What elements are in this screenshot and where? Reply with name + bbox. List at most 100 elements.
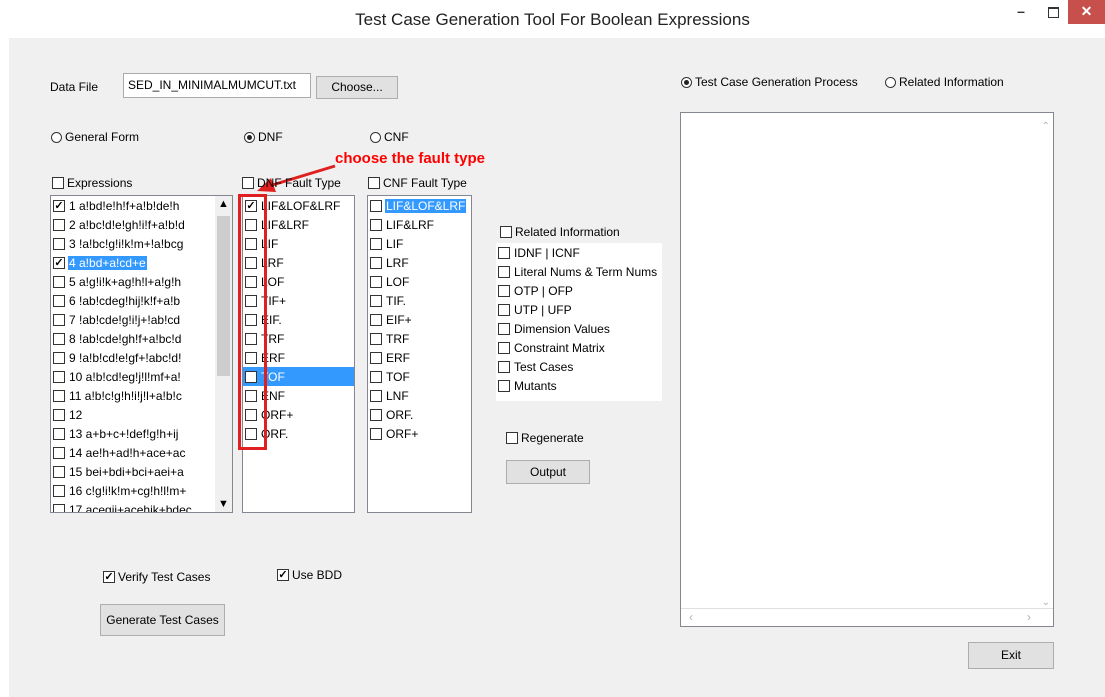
checkbox[interactable] bbox=[498, 265, 510, 278]
verify-test-cases-checkbox[interactable]: ✓ Verify Test Cases bbox=[103, 570, 210, 584]
checkbox[interactable] bbox=[53, 408, 65, 421]
expression-item[interactable]: 12 bbox=[51, 405, 215, 424]
checkbox[interactable] bbox=[370, 427, 382, 440]
output-text-area[interactable]: ⌃ ⌄ ‹ › bbox=[680, 112, 1054, 627]
expression-item[interactable]: 2 a!bc!d!e!gh!i!f+a!b!d bbox=[51, 215, 215, 234]
cnf-fault-item[interactable]: LIF&LRF bbox=[368, 215, 471, 234]
checkbox[interactable] bbox=[498, 360, 510, 373]
use-bdd-checkbox[interactable]: ✓ Use BDD bbox=[277, 568, 342, 582]
expression-item[interactable]: 7 !ab!cde!g!i!j+!ab!cd bbox=[51, 310, 215, 329]
cnf-fault-item[interactable]: LRF bbox=[368, 253, 471, 272]
regenerate-checkbox[interactable]: Regenerate bbox=[506, 431, 584, 445]
cnf-fault-item[interactable]: LNF bbox=[368, 386, 471, 405]
cnf-fault-item[interactable]: ORF+ bbox=[368, 424, 471, 443]
expression-item[interactable]: ✓ 4 a!bd+a!cd+e bbox=[51, 253, 215, 272]
checkbox[interactable] bbox=[498, 284, 510, 297]
dnf-fault-select-all[interactable]: DNF Fault Type bbox=[242, 176, 341, 190]
checkbox[interactable]: ✓ bbox=[53, 199, 65, 212]
related-info-item[interactable]: Mutants bbox=[496, 376, 662, 395]
expressions-list[interactable]: ▲ ▼ ✓ 1 a!bd!e!h!f+a!b!de!h 2 a!bc!d!e!gh!… bbox=[50, 195, 233, 513]
expression-item[interactable]: 15 bei+bdi+bci+aei+a bbox=[51, 462, 215, 481]
checkbox[interactable] bbox=[370, 389, 382, 402]
cnf-fault-item[interactable]: TRF bbox=[368, 329, 471, 348]
radio-cnf[interactable]: CNF bbox=[370, 130, 409, 144]
scroll-down-icon[interactable]: ▼ bbox=[218, 498, 229, 510]
checkbox[interactable] bbox=[370, 313, 382, 326]
checkbox[interactable] bbox=[53, 275, 65, 288]
related-info-item[interactable]: Test Cases bbox=[496, 357, 662, 376]
cnf-fault-item[interactable]: LIF bbox=[368, 234, 471, 253]
checkbox[interactable] bbox=[498, 379, 510, 392]
expression-item[interactable]: 17 acegij+acehik+bdec bbox=[51, 500, 215, 512]
related-info-item[interactable]: Literal Nums & Term Nums bbox=[496, 262, 662, 281]
related-info-item[interactable]: UTP | UFP bbox=[496, 300, 662, 319]
checkbox[interactable] bbox=[370, 237, 382, 250]
expression-item[interactable]: 11 a!b!c!g!h!i!j!l+a!b!c bbox=[51, 386, 215, 405]
cnf-fault-item[interactable]: TOF bbox=[368, 367, 471, 386]
cnf-fault-item[interactable]: TIF. bbox=[368, 291, 471, 310]
expression-item[interactable]: 3 !a!bc!g!i!k!m+!a!bcg bbox=[51, 234, 215, 253]
checkbox[interactable] bbox=[53, 484, 65, 497]
related-info-item[interactable]: OTP | OFP bbox=[496, 281, 662, 300]
scroll-left-icon[interactable]: ‹ bbox=[689, 610, 693, 624]
checkbox[interactable] bbox=[53, 237, 65, 250]
expressions-scrollbar[interactable]: ▲ ▼ bbox=[215, 196, 232, 512]
related-info-item[interactable]: Constraint Matrix bbox=[496, 338, 662, 357]
expression-item[interactable]: ✓ 1 a!bd!e!h!f+a!b!de!h bbox=[51, 196, 215, 215]
cnf-fault-select-all[interactable]: CNF Fault Type bbox=[368, 176, 467, 190]
cnf-fault-list[interactable]: LIF&LOF&LRF LIF&LRF LIF LRF LOF TIF. EIF+ TRF ER… bbox=[367, 195, 472, 513]
expressions-select-all[interactable]: Expressions bbox=[52, 176, 132, 190]
checkbox[interactable] bbox=[498, 303, 510, 316]
data-file-input[interactable]: SED_IN_MINIMALMUMCUT.txt bbox=[123, 73, 311, 98]
checkbox[interactable] bbox=[498, 341, 510, 354]
checkbox[interactable] bbox=[370, 408, 382, 421]
related-info-item[interactable]: Dimension Values bbox=[496, 319, 662, 338]
scroll-right-icon[interactable]: › bbox=[1027, 610, 1031, 624]
checkbox[interactable] bbox=[370, 218, 382, 231]
radio-general-form[interactable]: General Form bbox=[51, 130, 139, 144]
expression-item[interactable]: 6 !ab!cdeg!hij!k!f+a!b bbox=[51, 291, 215, 310]
checkbox[interactable]: ✓ bbox=[53, 256, 65, 269]
checkbox[interactable] bbox=[53, 294, 65, 307]
checkbox[interactable] bbox=[498, 246, 510, 259]
expression-item[interactable]: 8 !ab!cde!gh!f+a!bc!d bbox=[51, 329, 215, 348]
expression-item[interactable]: 10 a!b!cd!eg!j!l!mf+a! bbox=[51, 367, 215, 386]
scroll-thumb[interactable] bbox=[217, 216, 230, 376]
checkbox[interactable] bbox=[53, 446, 65, 459]
checkbox[interactable] bbox=[53, 313, 65, 326]
expression-item[interactable]: 16 c!g!i!k!m+cg!h!l!m+ bbox=[51, 481, 215, 500]
scroll-up-icon[interactable]: ▲ bbox=[218, 198, 229, 210]
cnf-fault-item[interactable]: LIF&LOF&LRF bbox=[368, 196, 471, 215]
checkbox[interactable] bbox=[370, 370, 382, 383]
output-button[interactable]: Output bbox=[506, 460, 590, 484]
scroll-down-icon[interactable]: ⌄ bbox=[1042, 597, 1050, 608]
radio-related-information[interactable]: Related Information bbox=[885, 75, 1004, 89]
checkbox[interactable] bbox=[370, 275, 382, 288]
checkbox[interactable] bbox=[53, 370, 65, 383]
checkbox[interactable] bbox=[370, 332, 382, 345]
scroll-up-icon[interactable]: ⌃ bbox=[1042, 121, 1050, 132]
checkbox[interactable] bbox=[53, 503, 65, 512]
checkbox[interactable] bbox=[370, 294, 382, 307]
radio-test-case-generation-process[interactable]: Test Case Generation Process bbox=[681, 75, 858, 89]
minimize-button[interactable]: – bbox=[1004, 0, 1038, 24]
checkbox[interactable] bbox=[53, 332, 65, 345]
choose-button[interactable]: Choose... bbox=[316, 76, 398, 99]
horizontal-scrollbar[interactable]: ‹ › bbox=[681, 608, 1053, 626]
exit-button[interactable]: Exit bbox=[968, 642, 1054, 669]
checkbox[interactable] bbox=[53, 218, 65, 231]
related-info-list[interactable]: IDNF | ICNF Literal Nums & Term Nums OTP |… bbox=[496, 243, 662, 401]
expression-item[interactable]: 13 a+b+c+!def!g!h+ij bbox=[51, 424, 215, 443]
cnf-fault-item[interactable]: LOF bbox=[368, 272, 471, 291]
cnf-fault-item[interactable]: EIF+ bbox=[368, 310, 471, 329]
checkbox[interactable] bbox=[370, 256, 382, 269]
checkbox[interactable] bbox=[370, 351, 382, 364]
radio-dnf[interactable]: DNF bbox=[244, 130, 283, 144]
related-info-item[interactable]: IDNF | ICNF bbox=[496, 243, 662, 262]
expression-item[interactable]: 5 a!g!i!k+ag!h!l+a!g!h bbox=[51, 272, 215, 291]
close-button[interactable]: ✕ bbox=[1068, 0, 1105, 24]
checkbox[interactable] bbox=[498, 322, 510, 335]
expression-item[interactable]: 9 !a!b!cd!e!gf+!abc!d! bbox=[51, 348, 215, 367]
related-info-select-all[interactable]: Related Information bbox=[500, 225, 620, 239]
checkbox[interactable] bbox=[53, 427, 65, 440]
